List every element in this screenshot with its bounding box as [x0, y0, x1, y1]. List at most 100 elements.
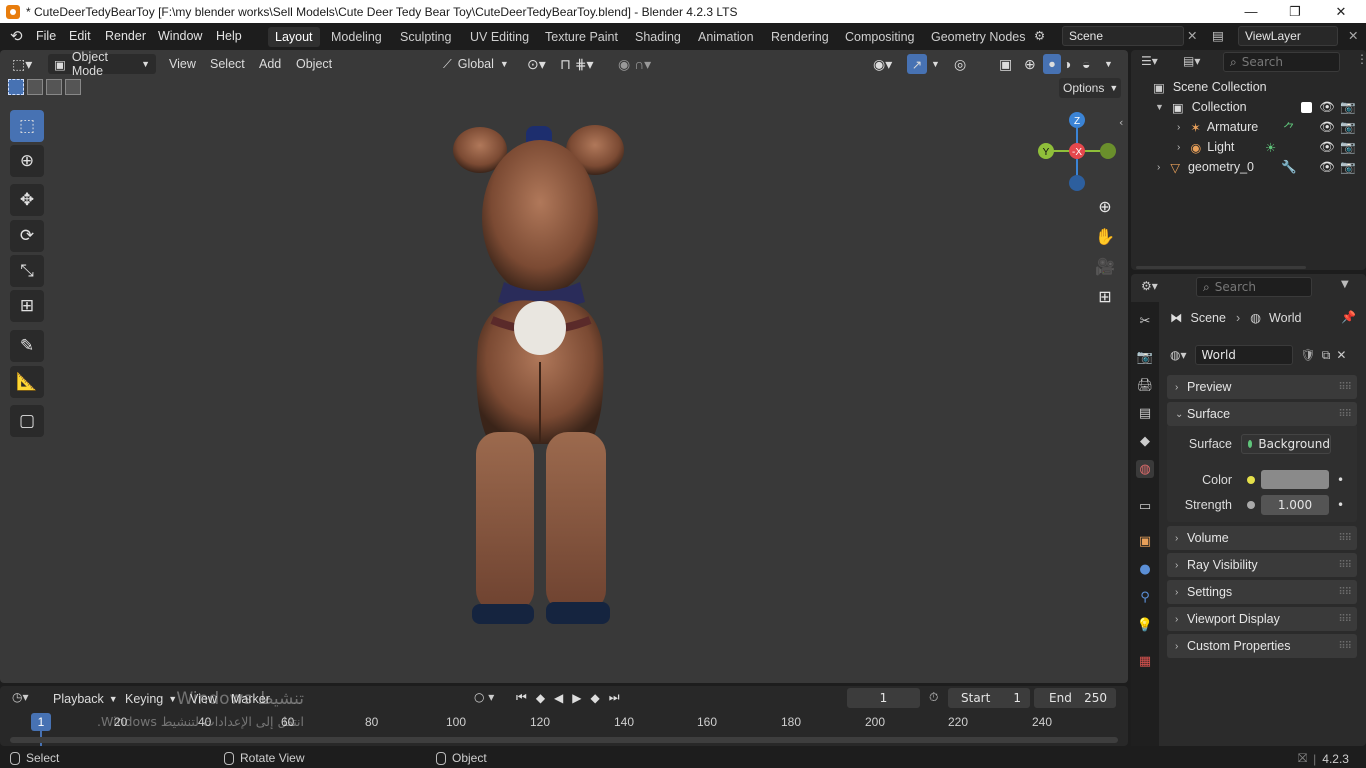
world-name-field[interactable]: World — [1194, 345, 1293, 365]
camera-view-icon[interactable]: 🎥 — [1091, 252, 1119, 280]
rotate-tool[interactable]: ⟳ — [10, 220, 44, 252]
orientation-dropdown[interactable]: ⟋ Global ▼ — [443, 54, 509, 74]
camera-icon[interactable]: 📷 — [1340, 140, 1356, 155]
outliner-geometry[interactable]: › ▽ geometry_0 🔧 👁 📷 — [1131, 157, 1366, 177]
editor-type-icon[interactable]: ⬚▾ — [12, 54, 32, 74]
options-dropdown[interactable]: Options ▼ — [1059, 78, 1121, 98]
camera-icon[interactable]: 📷 — [1340, 100, 1356, 115]
tab-uv-editing[interactable]: UV Editing — [463, 27, 536, 47]
scene-type-icon[interactable]: ⚙ — [1034, 28, 1045, 43]
proportional-edit-icon[interactable]: ◉ ∩▾ — [618, 54, 651, 74]
scene-remove-icon[interactable]: ✕ — [1187, 28, 1197, 43]
world-tab-icon[interactable]: ◍ — [1136, 460, 1154, 478]
filter-icon[interactable]: ⋮ — [1356, 52, 1366, 66]
camera-icon[interactable]: 📷 — [1340, 120, 1356, 135]
light-data-icon[interactable]: ☀ — [1265, 140, 1276, 155]
tab-geometry-nodes[interactable]: Geometry Nodes — [924, 27, 1032, 47]
world-type-icon[interactable]: ◍▾ — [1170, 348, 1187, 362]
panel-settings[interactable]: › Settings ⠿⠿ — [1167, 580, 1357, 604]
add-cube-tool[interactable]: ▢ — [10, 405, 44, 437]
panel-custom-properties[interactable]: › Custom Properties ⠿⠿ — [1167, 634, 1357, 658]
panel-preview[interactable]: › Preview ⠿⠿ — [1167, 375, 1357, 399]
panel-volume[interactable]: › Volume ⠿⠿ — [1167, 526, 1357, 550]
tab-animation[interactable]: Animation — [691, 27, 761, 47]
camera-icon[interactable]: 📷 — [1340, 160, 1356, 175]
deer-model[interactable] — [440, 112, 640, 634]
fake-user-shield-icon[interactable]: 🛡 — [1301, 348, 1316, 362]
drag-grip-icon[interactable]: ⠿⠿ — [1338, 382, 1352, 393]
drag-grip-icon[interactable]: ⠿⠿ — [1338, 533, 1352, 544]
select-intersect-icon[interactable] — [65, 79, 81, 95]
eye-icon[interactable]: 👁 — [1319, 120, 1335, 135]
gizmo-toggle-icon[interactable]: ↗ — [907, 54, 927, 74]
keyframe-dot-icon[interactable]: • — [1337, 473, 1344, 487]
transform-tool[interactable]: ⊞ — [10, 290, 44, 322]
menu-window[interactable]: Window — [158, 29, 202, 43]
pivot-icon[interactable]: ⊙▾ — [527, 54, 546, 74]
zoom-icon[interactable]: ⊕ — [1091, 192, 1119, 220]
collection-checkbox[interactable] — [1301, 101, 1312, 113]
eye-icon[interactable]: 👁 — [1319, 100, 1335, 115]
play-reverse-icon[interactable]: ◀ — [554, 691, 563, 705]
properties-options-icon[interactable]: ▼ — [1341, 279, 1349, 290]
output-tab-icon[interactable]: 🖨 — [1136, 376, 1154, 394]
menu-render[interactable]: Render — [105, 29, 146, 43]
xray-icon[interactable]: ▣ — [999, 54, 1012, 74]
select-subtract-icon[interactable] — [46, 79, 62, 95]
rendered-shading-icon[interactable]: ◒ — [1082, 54, 1090, 74]
wireframe-shading-icon[interactable]: ⊕ — [1024, 54, 1036, 74]
visibility-icon[interactable]: ◉▾ — [873, 54, 892, 74]
render-tab-icon[interactable]: 📷 — [1136, 348, 1154, 366]
sidebar-toggle-icon[interactable]: ‹ — [1119, 116, 1123, 129]
preview-range-clock-icon[interactable]: ⏱ — [929, 690, 938, 705]
constraints-tab-icon[interactable]: ⚲ — [1136, 588, 1154, 606]
tab-modeling[interactable]: Modeling — [324, 27, 389, 47]
tab-shading[interactable]: Shading — [628, 27, 688, 47]
keyframe-dot-icon[interactable]: • — [1337, 498, 1344, 512]
tool-tab-icon[interactable]: ✂ — [1136, 312, 1154, 330]
cursor-tool[interactable]: ⊕ — [10, 145, 44, 177]
play-icon[interactable]: ▶ — [572, 691, 581, 705]
duplicate-icon[interactable]: ⧉ — [1322, 348, 1331, 363]
panel-surface[interactable]: ⌄ Surface ⠿⠿ — [1167, 402, 1357, 426]
tab-texture-paint[interactable]: Texture Paint — [538, 27, 625, 47]
outliner-scrollbar[interactable] — [1136, 266, 1306, 269]
close-button[interactable]: ✕ — [1318, 0, 1364, 23]
unlink-close-icon[interactable]: ✕ — [1336, 348, 1346, 362]
minimize-button[interactable]: — — [1228, 0, 1274, 23]
menu-view[interactable]: View — [169, 54, 196, 74]
surface-shader-field[interactable]: Background — [1241, 434, 1331, 454]
drag-grip-icon[interactable]: ⠿⠿ — [1338, 587, 1352, 598]
playhead-marker[interactable]: 1 — [31, 713, 51, 731]
timeline-scrollbar[interactable] — [10, 737, 1118, 743]
menu-object[interactable]: Object — [296, 54, 332, 74]
scale-tool[interactable]: ⤡ — [10, 255, 44, 287]
menu-help[interactable]: Help — [216, 29, 242, 43]
object-tab-icon[interactable]: ▣ — [1136, 532, 1154, 550]
panel-ray-visibility[interactable]: › Ray Visibility ⠿⠿ — [1167, 553, 1357, 577]
tab-rendering[interactable]: Rendering — [764, 27, 836, 47]
solid-shading-icon[interactable]: ● — [1043, 54, 1061, 74]
scene-selector[interactable]: Scene — [1062, 26, 1184, 46]
outliner-editor-icon[interactable]: ☰▾ — [1141, 54, 1158, 68]
color-swatch[interactable] — [1261, 470, 1329, 489]
drag-grip-icon[interactable]: ⠿⠿ — [1338, 641, 1352, 652]
outliner-light[interactable]: › ◉ Light ☀ 👁 📷 — [1131, 137, 1366, 157]
blender-menu-icon[interactable]: ⟲ — [10, 27, 23, 45]
next-keyframe-icon[interactable]: ◆ — [591, 691, 600, 705]
menu-add[interactable]: Add — [259, 54, 281, 74]
menu-select[interactable]: Select — [210, 54, 245, 74]
menu-edit[interactable]: Edit — [69, 29, 91, 43]
pin-icon[interactable]: 📌 — [1341, 310, 1356, 324]
material-shading-icon[interactable]: ◑ — [1063, 54, 1071, 74]
select-new-icon[interactable] — [8, 79, 24, 95]
tab-layout[interactable]: Layout — [268, 27, 320, 47]
tab-sculpting[interactable]: Sculpting — [393, 27, 458, 47]
collection-tab-icon[interactable]: ▭ — [1136, 497, 1154, 515]
drag-grip-icon[interactable]: ⠿⠿ — [1338, 560, 1352, 571]
jump-end-icon[interactable]: ⏭ — [609, 690, 620, 705]
select-extend-icon[interactable] — [27, 79, 43, 95]
overlays-icon[interactable]: ◎ — [954, 54, 966, 74]
viewlayer-selector[interactable]: ViewLayer — [1238, 26, 1338, 46]
outliner-scene-collection[interactable]: ▣ Scene Collection — [1131, 77, 1366, 97]
